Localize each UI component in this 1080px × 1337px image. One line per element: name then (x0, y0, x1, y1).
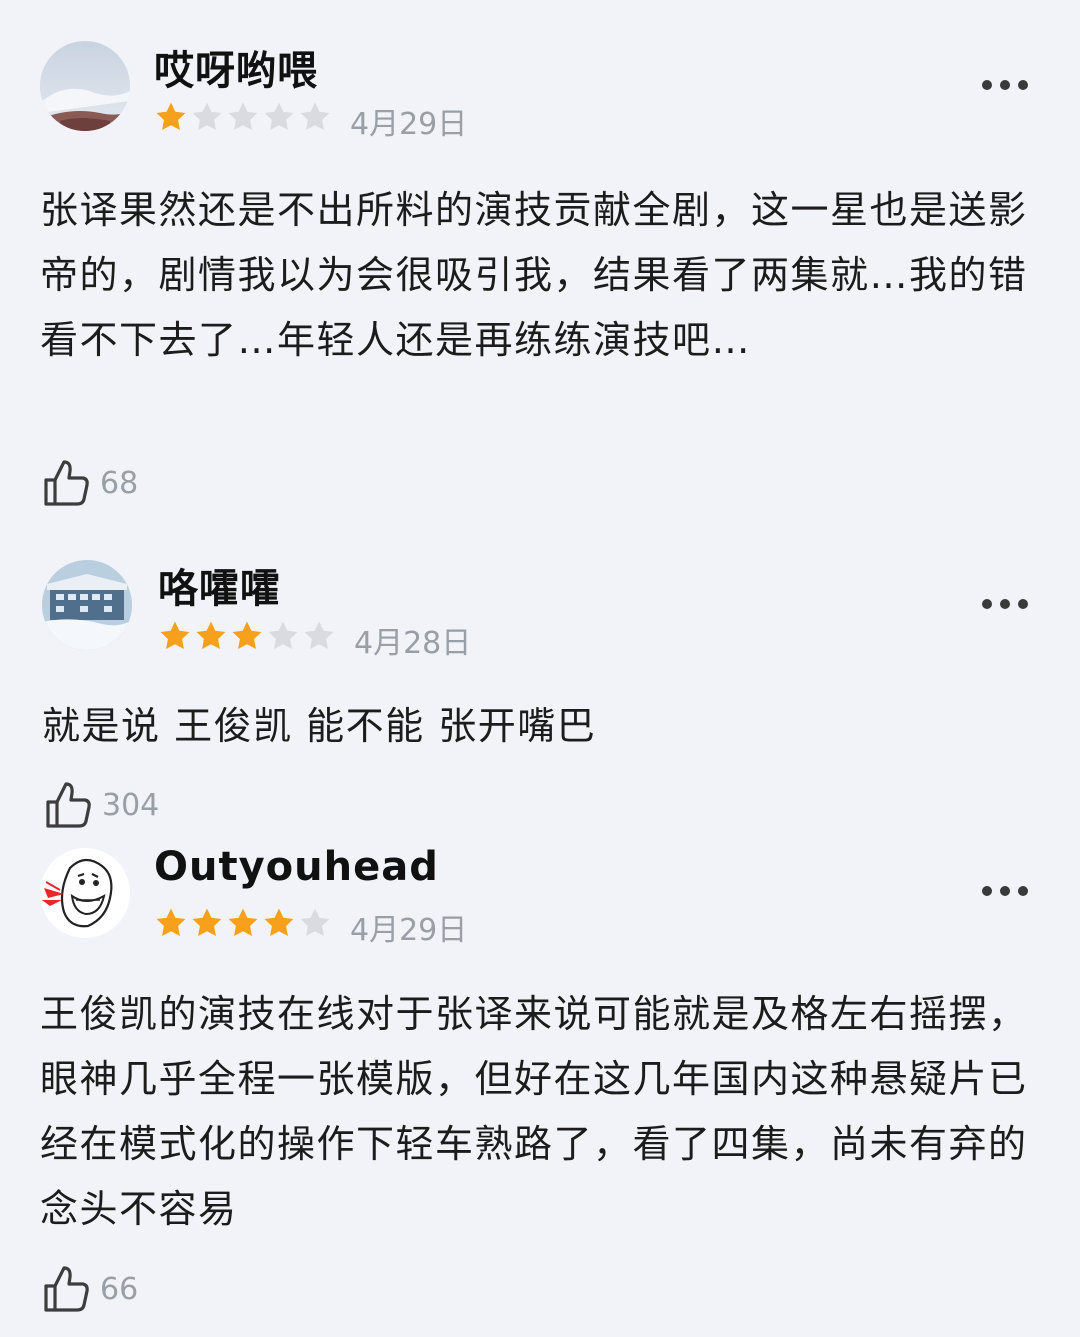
star-empty-icon (300, 102, 330, 131)
thumbs-up-icon (46, 782, 91, 828)
review-content: 张译果然还是不出所料的演技贡献全剧，这一星也是送影帝的，剧情我以为会很吸引我，结… (40, 188, 1028, 362)
thumbs-up-icon (44, 460, 89, 506)
star-filled-icon (196, 621, 226, 650)
like-count: 304 (102, 787, 160, 823)
more-dots-icon[interactable] (982, 78, 1028, 92)
avatar[interactable] (40, 41, 130, 131)
username[interactable]: 哎呀哟喂 (154, 38, 318, 96)
star-empty-icon (268, 621, 298, 650)
star-filled-icon (156, 102, 186, 131)
avatar[interactable] (42, 560, 132, 650)
review-content: 王俊凯的演技在线对于张译来说可能就是及格左右摇摆，眼神几乎全程一张模版，但好在这… (40, 992, 1028, 1231)
username[interactable]: Outyouhead (154, 844, 439, 890)
star-empty-icon (300, 908, 330, 937)
like-button[interactable]: 304 (44, 780, 159, 830)
star-empty-icon (228, 102, 258, 131)
star-filled-icon (160, 621, 190, 650)
thumbs-up-icon (44, 1266, 89, 1312)
like-count: 66 (100, 1271, 139, 1307)
like-count: 68 (100, 465, 139, 501)
avatar[interactable] (40, 848, 130, 938)
star-rating (158, 619, 336, 653)
star-filled-icon (192, 908, 222, 937)
star-filled-icon (232, 621, 262, 650)
star-filled-icon (228, 908, 258, 937)
more-dots-icon[interactable] (982, 884, 1028, 898)
review-date: 4月29日 (350, 107, 468, 142)
username[interactable]: 咯嚯嚯 (158, 556, 281, 614)
star-empty-icon (192, 102, 222, 131)
star-rating (154, 906, 332, 940)
star-filled-icon (264, 908, 294, 937)
star-empty-icon (264, 102, 294, 131)
review-content: 就是说 王俊凯 能不能 张开嘴巴 (42, 704, 597, 748)
star-empty-icon (304, 621, 334, 650)
review-date: 4月28日 (354, 626, 472, 661)
star-rating (154, 100, 332, 134)
like-button[interactable]: 68 (42, 458, 138, 508)
like-button[interactable]: 66 (42, 1264, 138, 1314)
more-dots-icon[interactable] (982, 597, 1028, 611)
review-date: 4月29日 (350, 913, 468, 948)
star-filled-icon (156, 908, 186, 937)
